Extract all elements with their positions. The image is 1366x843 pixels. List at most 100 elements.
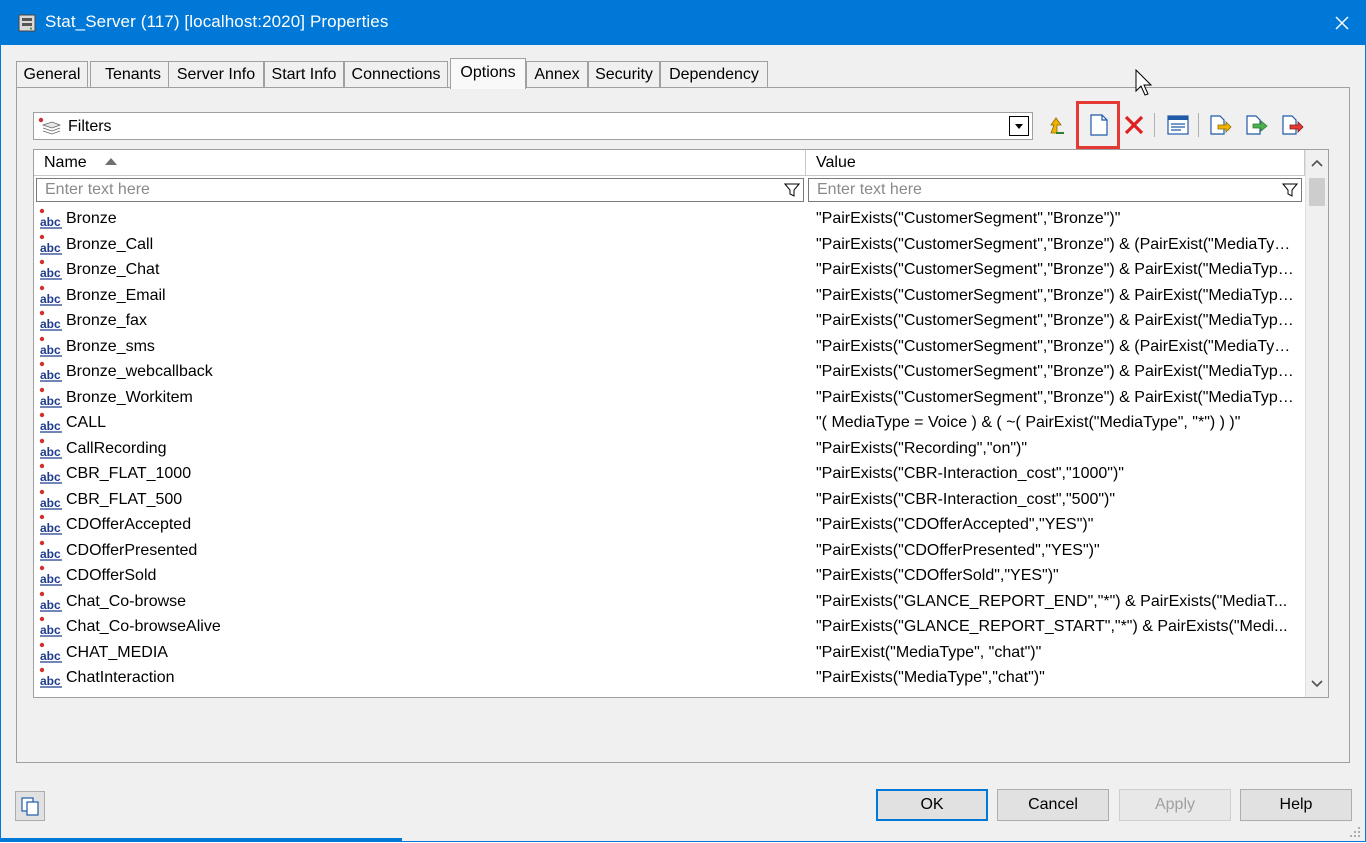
table-row[interactable]: abc CDOfferAccepted "PairExists("CDOfferAc… bbox=[34, 512, 1305, 538]
option-name: CALL bbox=[66, 414, 107, 431]
highlight-box bbox=[1076, 101, 1120, 149]
chevron-up-icon bbox=[1311, 159, 1323, 167]
svg-text:abc: abc bbox=[40, 419, 61, 433]
option-name: CallRecording bbox=[66, 439, 167, 457]
option-value: "PairExists("CustomerSegment","Bronze") … bbox=[816, 286, 1294, 304]
option-value: "PairExists("GLANCE_REPORT_START","*") &… bbox=[816, 618, 1288, 635]
option-value: "PairExists("CustomerSegment","Bronze") … bbox=[816, 235, 1294, 253]
option-value: "PairExists("CustomerSegment","Bronze") … bbox=[816, 388, 1294, 406]
up-level-button[interactable] bbox=[1041, 110, 1071, 140]
up-arrow-icon bbox=[1050, 117, 1064, 134]
red-x-icon bbox=[1124, 115, 1144, 135]
svg-text:abc: abc bbox=[40, 241, 61, 255]
table-row[interactable]: abc Bronze_Call "PairExists("CustomerSegme… bbox=[34, 232, 1305, 258]
table-row[interactable]: abc Bronze_Chat "PairExists("CustomerSegme… bbox=[34, 257, 1305, 283]
svg-text:abc: abc bbox=[40, 266, 61, 280]
table-row[interactable]: abc Bronze_Workitem "PairExists("CustomerS… bbox=[34, 385, 1305, 411]
option-value: "PairExists("GLANCE_REPORT_END","*") & P… bbox=[816, 592, 1288, 610]
copy-section-icon bbox=[1282, 115, 1304, 135]
export-button[interactable] bbox=[1241, 110, 1271, 140]
option-name: ChatInteraction bbox=[66, 669, 175, 686]
ok-button[interactable]: OK bbox=[876, 789, 988, 821]
section-combo-value: Filters bbox=[68, 118, 112, 135]
option-value: "PairExists("MediaType","chat")" bbox=[816, 669, 1045, 686]
table-row[interactable]: abc CDOfferPresented "PairExists("CDOfferP… bbox=[34, 538, 1305, 564]
option-name: Bronze bbox=[66, 210, 117, 227]
option-name: CDOfferSold bbox=[66, 567, 157, 584]
svg-text:abc: abc bbox=[40, 674, 61, 688]
filter-icon[interactable] bbox=[1280, 180, 1300, 200]
cancel-button[interactable]: Cancel bbox=[997, 789, 1109, 821]
resize-grip-icon[interactable] bbox=[1349, 825, 1361, 837]
tab-dependency[interactable]: Dependency bbox=[660, 61, 768, 87]
option-name: Bronze_Chat bbox=[66, 261, 160, 278]
svg-text:abc: abc bbox=[40, 521, 61, 535]
option-value: "PairExists("CustomerSegment","Bronze") … bbox=[816, 312, 1294, 329]
chevron-down-icon bbox=[1311, 680, 1323, 688]
tab-general[interactable]: General bbox=[16, 61, 88, 87]
table-row[interactable]: abc Bronze_webcallback "PairExists("Custom… bbox=[34, 359, 1305, 385]
option-name: CDOfferPresented bbox=[66, 541, 198, 559]
combo-dropdown-button[interactable] bbox=[1009, 116, 1029, 136]
svg-text:abc: abc bbox=[40, 215, 61, 229]
copy-panel-button[interactable] bbox=[15, 791, 45, 821]
svg-text:abc: abc bbox=[40, 445, 61, 459]
scroll-down-button[interactable] bbox=[1306, 671, 1328, 697]
table-row[interactable]: abc CALL "( MediaType = Voice ) & ( ~( Pai… bbox=[34, 410, 1305, 436]
option-value: "PairExists("CBR-Interaction_cost","500"… bbox=[816, 490, 1116, 508]
name-filter-input[interactable] bbox=[36, 178, 804, 202]
table-row[interactable]: abc CallRecording "PairExists("Recording",… bbox=[34, 436, 1305, 462]
tab-connections[interactable]: Connections bbox=[344, 61, 448, 87]
table-row[interactable]: abc ChatInteraction "PairExists("MediaType… bbox=[34, 665, 1305, 691]
section-combo[interactable]: Filters bbox=[33, 112, 1033, 140]
properties-button[interactable] bbox=[1163, 110, 1193, 140]
svg-text:abc: abc bbox=[40, 496, 61, 510]
tab-options[interactable]: Options bbox=[450, 58, 526, 89]
table-row[interactable]: abc CBR_FLAT_500 "PairExists("CBR-Interact… bbox=[34, 487, 1305, 513]
help-button[interactable]: Help bbox=[1240, 789, 1352, 821]
table-row[interactable]: abc Bronze_Email "PairExists("CustomerSegm… bbox=[34, 283, 1305, 309]
table-row[interactable]: abc Bronze_sms "PairExists("CustomerSegmen… bbox=[34, 334, 1305, 360]
copy-section-button[interactable] bbox=[1277, 110, 1307, 140]
toolbar-separator bbox=[1198, 113, 1199, 137]
sort-ascending-icon bbox=[105, 158, 117, 165]
table-row[interactable]: abc CBR_FLAT_1000 "PairExists("CBR-Interac… bbox=[34, 461, 1305, 487]
scroll-up-button[interactable] bbox=[1306, 150, 1328, 176]
grid-rows: abc Bronze "PairExists("CustomerSegment","… bbox=[34, 206, 1305, 691]
tab-server-info[interactable]: Server Info bbox=[168, 61, 264, 87]
tab-security[interactable]: Security bbox=[588, 61, 660, 87]
tab-annex[interactable]: Annex bbox=[526, 61, 588, 87]
tab-tenants[interactable]: Tenants bbox=[90, 61, 176, 87]
option-value: "PairExists("CustomerSegment","Bronze")" bbox=[816, 210, 1121, 227]
apply-button[interactable]: Apply bbox=[1119, 789, 1231, 821]
close-window-button[interactable] bbox=[1319, 1, 1365, 45]
column-header-name[interactable]: Name bbox=[34, 150, 806, 176]
import-button[interactable] bbox=[1205, 110, 1235, 140]
scroll-thumb[interactable] bbox=[1309, 178, 1325, 206]
column-header-value[interactable]: Value bbox=[806, 150, 1305, 176]
option-name: CDOfferAccepted bbox=[66, 516, 192, 533]
server-icon bbox=[17, 13, 37, 33]
option-name: Chat_Co-browse bbox=[66, 592, 187, 610]
filter-row bbox=[34, 176, 1305, 204]
option-value: "( MediaType = Voice ) & ( ~( PairExist(… bbox=[816, 414, 1241, 431]
option-value: "PairExist("MediaType", "chat")" bbox=[816, 643, 1042, 661]
table-row[interactable]: abc Chat_Co-browse "PairExists("GLANCE_REP… bbox=[34, 589, 1305, 615]
value-filter-input[interactable] bbox=[808, 178, 1302, 202]
title-bar[interactable]: Stat_Server (117) [localhost:2020] Prope… bbox=[1, 1, 1365, 45]
toolbar-separator bbox=[1154, 113, 1155, 137]
filter-icon[interactable] bbox=[782, 180, 802, 200]
vertical-scrollbar[interactable] bbox=[1305, 150, 1328, 697]
tab-start-info[interactable]: Start Info bbox=[264, 61, 344, 87]
option-name: Chat_Co-browseAlive bbox=[66, 618, 221, 635]
chevron-down-icon bbox=[1015, 124, 1023, 129]
svg-text:abc: abc bbox=[40, 598, 61, 612]
delete-button[interactable] bbox=[1119, 110, 1149, 140]
table-row[interactable]: abc Bronze_fax "PairExists("CustomerSegmen… bbox=[34, 308, 1305, 334]
table-row[interactable]: abc Bronze "PairExists("CustomerSegment","… bbox=[34, 206, 1305, 232]
table-row[interactable]: abc CDOfferSold "PairExists("CDOfferSold",… bbox=[34, 563, 1305, 589]
table-row[interactable]: abc Chat_Co-browseAlive "PairExists("GLANC… bbox=[34, 614, 1305, 640]
svg-text:abc: abc bbox=[40, 649, 61, 663]
svg-text:abc: abc bbox=[40, 470, 61, 484]
table-row[interactable]: abc CHAT_MEDIA "PairExist("MediaType", "ch… bbox=[34, 640, 1305, 666]
